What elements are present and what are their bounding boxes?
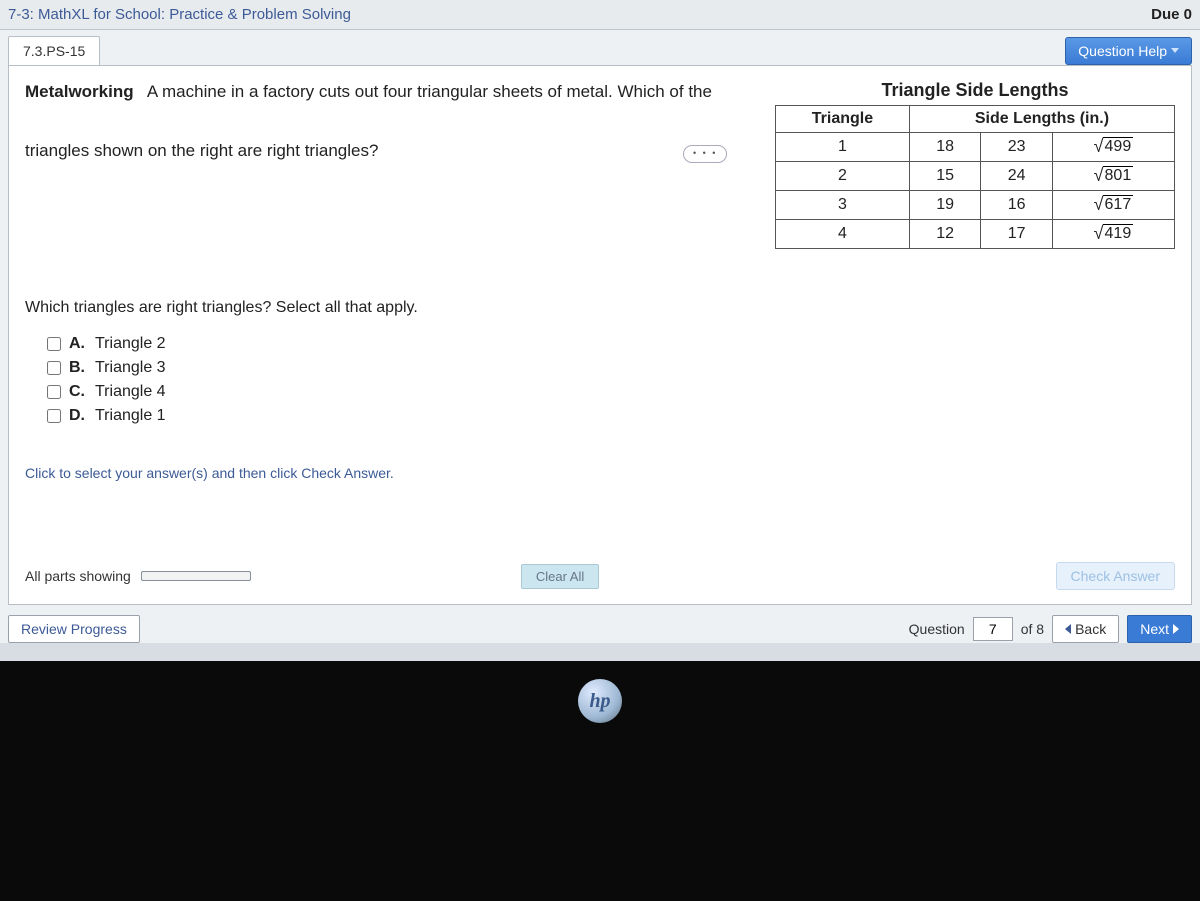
chevron-down-icon: [1171, 48, 1179, 53]
review-progress-button[interactable]: Review Progress: [8, 615, 140, 643]
question-topic: Metalworking: [25, 82, 134, 101]
of-total-label: of 8: [1021, 621, 1044, 637]
chevron-left-icon: [1065, 624, 1071, 634]
choice-c-checkbox[interactable]: [47, 385, 61, 399]
choice-a-checkbox[interactable]: [47, 337, 61, 351]
question-body: Metalworking A machine in a factory cuts…: [8, 65, 1192, 605]
choice-b-checkbox[interactable]: [47, 361, 61, 375]
answer-instruction: Click to select your answer(s) and then …: [25, 465, 1175, 481]
answer-choices: A. Triangle 2 B. Triangle 3 C. Triangle …: [47, 335, 1175, 425]
table-title: Triangle Side Lengths: [775, 80, 1175, 101]
main-area: 7.3.PS-15 Question Help Metalworking A m…: [0, 30, 1200, 643]
chevron-right-icon: [1173, 624, 1179, 634]
assignment-bar: 7-3: MathXL for School: Practice & Probl…: [0, 0, 1200, 30]
choice-d[interactable]: D. Triangle 1: [47, 407, 1175, 425]
choice-b[interactable]: B. Triangle 3: [47, 359, 1175, 377]
col-triangle: Triangle: [776, 106, 910, 133]
check-answer-button[interactable]: Check Answer: [1056, 562, 1175, 590]
question-help-button[interactable]: Question Help: [1065, 37, 1192, 65]
assignment-title: 7-3: MathXL for School: Practice & Probl…: [8, 6, 351, 23]
next-button[interactable]: Next: [1127, 615, 1192, 643]
all-parts-label: All parts showing: [25, 568, 131, 584]
choice-a[interactable]: A. Triangle 2: [47, 335, 1175, 353]
table-row: 1 18 23 √499: [776, 133, 1175, 162]
question-number-input[interactable]: [973, 617, 1013, 641]
question-id-tab[interactable]: 7.3.PS-15: [8, 36, 100, 65]
clear-all-button[interactable]: Clear All: [521, 564, 599, 589]
more-options-button[interactable]: • • •: [683, 145, 727, 163]
col-sides: Side Lengths (in.): [909, 106, 1174, 133]
table-row: 2 15 24 √801: [776, 162, 1175, 191]
choice-d-checkbox[interactable]: [47, 409, 61, 423]
parts-progress-bar: [141, 571, 251, 581]
question-prompt-block: Metalworking A machine in a factory cuts…: [25, 80, 751, 163]
question-label: Question: [909, 621, 965, 637]
due-label: Due 0: [1151, 6, 1192, 23]
hp-logo: hp: [578, 679, 622, 723]
question-help-label: Question Help: [1078, 43, 1167, 59]
back-button[interactable]: Back: [1052, 615, 1119, 643]
laptop-bezel: hp: [0, 661, 1200, 901]
question-header: 7.3.PS-15 Question Help: [0, 30, 1200, 65]
table-row: 4 12 17 √419: [776, 220, 1175, 249]
pager: Question of 8 Back Next: [909, 615, 1192, 643]
sub-prompt: Which triangles are right triangles? Sel…: [25, 299, 1175, 317]
data-table-wrap: Triangle Side Lengths Triangle Side Leng…: [775, 80, 1175, 249]
triangle-table: Triangle Side Lengths (in.) 1 18 23 √499…: [775, 105, 1175, 249]
footer-row: Review Progress Question of 8 Back Next: [8, 615, 1192, 643]
choice-c[interactable]: C. Triangle 4: [47, 383, 1175, 401]
table-row: 3 19 16 √617: [776, 191, 1175, 220]
question-bottom-row: All parts showing Clear All Check Answer: [25, 562, 1175, 590]
